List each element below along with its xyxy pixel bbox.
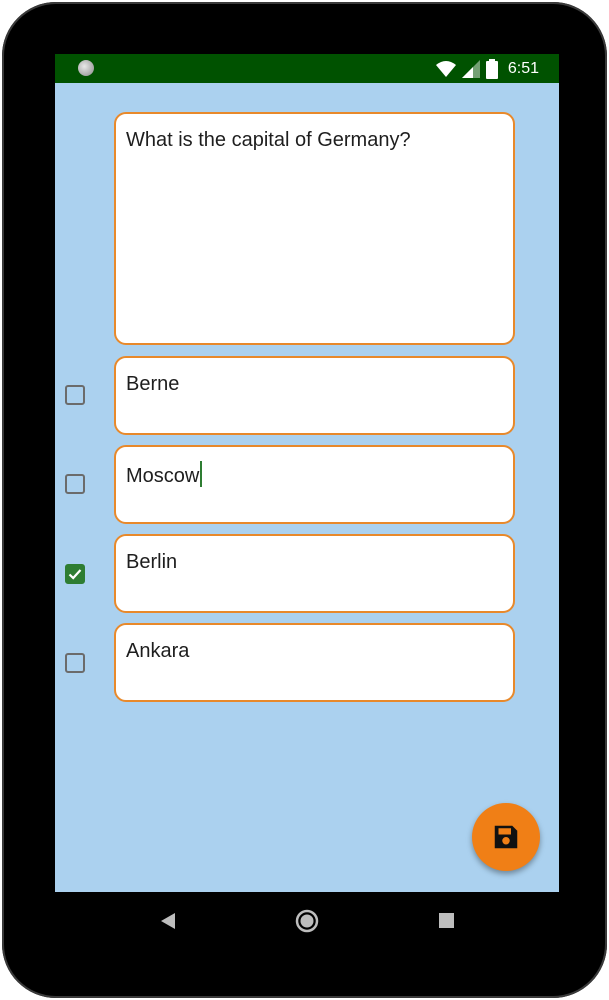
question-input[interactable]: What is the capital of Germany? bbox=[114, 112, 515, 345]
app-screen: 6:51 What is the capital of Germany? Ber… bbox=[55, 54, 559, 892]
status-time: 6:51 bbox=[507, 60, 539, 77]
recents-icon[interactable] bbox=[438, 912, 456, 930]
navigation-bar bbox=[55, 892, 559, 952]
answer-text-3: Berlin bbox=[126, 551, 178, 573]
cell-signal-icon bbox=[461, 60, 480, 78]
answer-input-2[interactable]: Moscow bbox=[114, 445, 515, 524]
home-icon[interactable] bbox=[295, 909, 319, 933]
wifi-icon bbox=[435, 61, 456, 77]
answer-text-1: Berne bbox=[126, 373, 180, 395]
answer-checkbox-4[interactable] bbox=[65, 653, 85, 673]
answer-checkbox-2[interactable] bbox=[65, 474, 85, 494]
text-cursor bbox=[200, 461, 203, 487]
back-icon[interactable] bbox=[158, 910, 178, 932]
battery-icon bbox=[485, 59, 498, 79]
answer-text-4: Ankara bbox=[126, 640, 190, 662]
answer-checkbox-3[interactable] bbox=[65, 564, 85, 584]
answer-input-4[interactable]: Ankara bbox=[114, 623, 515, 702]
status-bar: 6:51 bbox=[55, 54, 559, 83]
save-icon bbox=[494, 825, 518, 849]
answer-input-3[interactable]: Berlin bbox=[114, 534, 515, 613]
answer-checkbox-1[interactable] bbox=[65, 385, 85, 405]
save-fab-button[interactable] bbox=[472, 803, 540, 871]
answer-input-1[interactable]: Berne bbox=[114, 356, 515, 435]
notification-dot-icon bbox=[78, 60, 94, 76]
tablet-frame: 6:51 What is the capital of Germany? Ber… bbox=[2, 2, 607, 998]
status-icons: 6:51 bbox=[435, 58, 539, 80]
checkmark-icon bbox=[68, 569, 82, 580]
answer-text-2: Moscow bbox=[126, 465, 200, 487]
